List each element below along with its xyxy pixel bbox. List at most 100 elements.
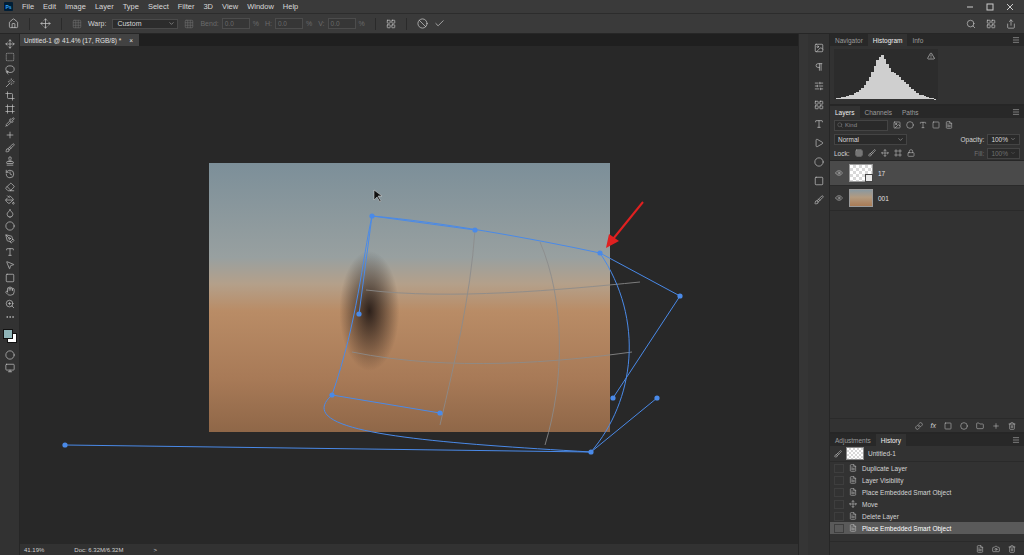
tool-preset-icon[interactable] [40, 18, 51, 29]
search-icon[interactable] [966, 19, 976, 29]
zoom-tool-icon[interactable] [5, 299, 15, 309]
panel-menu[interactable] [1012, 106, 1024, 118]
menu-item[interactable]: Filter [174, 2, 199, 11]
quick-mask-icon[interactable] [5, 350, 15, 360]
panel-tab[interactable]: Channels [860, 106, 897, 118]
menu-item[interactable]: Help [279, 2, 302, 11]
share-icon[interactable] [1006, 19, 1016, 29]
status-menu-button[interactable]: > [153, 547, 157, 553]
history-brush-tool-icon[interactable] [5, 169, 15, 179]
menu-item[interactable]: Select [144, 2, 173, 11]
panel-tab[interactable]: Info [907, 34, 928, 46]
search-icon[interactable] [837, 122, 843, 128]
history-source-box[interactable] [834, 476, 844, 485]
warp-handle[interactable] [62, 442, 67, 447]
properties-icon[interactable] [814, 43, 824, 53]
panel-menu-icon[interactable] [1012, 108, 1020, 116]
visibility-toggle[interactable] [834, 169, 844, 177]
history-source-box[interactable] [834, 524, 844, 533]
warp-mesh-overlay[interactable] [20, 46, 798, 544]
panel-tab[interactable]: Paths [897, 106, 924, 118]
workspace-icon[interactable] [986, 19, 996, 29]
warp-handle[interactable] [610, 395, 615, 400]
move-tool-icon[interactable] [5, 39, 15, 49]
warp-select[interactable]: Custom [112, 19, 178, 29]
layer-name[interactable]: 17 [878, 170, 885, 177]
warp-handle[interactable] [356, 311, 361, 316]
history-step-icon[interactable] [849, 464, 857, 472]
more-tools-icon[interactable] [5, 312, 15, 322]
gradient-tool-icon[interactable] [5, 195, 15, 205]
history-item[interactable]: Delete Layer [830, 510, 1024, 522]
history-source-icon[interactable] [834, 450, 842, 458]
lock-pixels-icon[interactable] [868, 149, 876, 157]
swatches-icon[interactable] [814, 176, 824, 186]
libraries-icon[interactable] [814, 100, 824, 110]
eraser-tool-icon[interactable] [5, 182, 15, 192]
panel-menu[interactable] [1012, 434, 1024, 446]
eye-icon[interactable] [835, 169, 843, 177]
panel-menu[interactable] [1012, 34, 1024, 46]
menu-item[interactable]: Layer [91, 2, 118, 11]
history-item[interactable]: Place Embedded Smart Object [830, 522, 1024, 534]
panel-tab[interactable]: Navigator [830, 34, 868, 46]
lasso-tool-icon[interactable] [5, 65, 15, 75]
layer-row[interactable]: 17 [830, 161, 1024, 186]
delete-state-icon[interactable] [1008, 545, 1016, 553]
history-source-box[interactable] [834, 512, 844, 521]
actions-icon[interactable] [814, 138, 824, 148]
lock-position-icon[interactable] [881, 149, 889, 157]
warp-handle[interactable] [437, 410, 442, 415]
blend-mode-select[interactable]: Normal [834, 134, 907, 145]
history-source-box[interactable] [834, 488, 844, 497]
panel-tab[interactable]: Histogram [868, 34, 908, 46]
warp-handle[interactable] [654, 395, 659, 400]
layer-filter-field[interactable]: Kind [834, 120, 888, 131]
new-layer-icon[interactable] [992, 422, 1000, 430]
menu-item[interactable]: 3D [199, 2, 217, 11]
move-icon[interactable] [849, 500, 857, 508]
menu-item[interactable]: Window [243, 2, 278, 11]
screen-mode-icon[interactable] [5, 363, 15, 373]
document-tab[interactable]: Untitled-1 @ 41.4% (17, RGB/8) *× [20, 34, 139, 46]
home-icon[interactable] [8, 18, 19, 29]
panel-menu-icon[interactable] [1012, 436, 1020, 444]
chevron-down-icon[interactable] [168, 20, 175, 27]
filter-shape-icon[interactable] [932, 121, 940, 129]
rectangle-tool-icon[interactable] [5, 273, 15, 283]
lock-all-icon[interactable] [907, 149, 915, 157]
cancel-transform-icon[interactable] [417, 18, 428, 29]
history-step-icon[interactable] [849, 488, 857, 496]
lock-transparency-icon[interactable] [855, 149, 863, 157]
brush-tool-icon[interactable] [5, 143, 15, 153]
menu-item[interactable]: File [18, 2, 38, 11]
blur-tool-icon[interactable] [5, 208, 15, 218]
opacity-field[interactable]: 100% [987, 134, 1020, 145]
canvas[interactable] [20, 46, 798, 544]
clone-stamp-tool-icon[interactable] [5, 156, 15, 166]
history-source-box[interactable] [834, 500, 844, 509]
add-mask-icon[interactable] [944, 422, 952, 430]
eyedropper-tool-icon[interactable] [5, 117, 15, 127]
new-document-from-state-icon[interactable] [976, 545, 984, 553]
warp-handle[interactable] [329, 392, 334, 397]
adjustment-layer-icon[interactable] [960, 422, 968, 430]
history-step-icon[interactable] [849, 512, 857, 520]
frame-tool-icon[interactable] [5, 104, 15, 114]
histogram-warning[interactable] [927, 52, 935, 60]
warp-handle[interactable] [588, 449, 593, 454]
brushes-icon[interactable] [814, 195, 824, 205]
layer-name[interactable]: 001 [878, 195, 889, 202]
warp-handle[interactable] [677, 293, 682, 298]
menu-item[interactable]: Image [61, 2, 90, 11]
layer-style-button[interactable]: fx [931, 422, 936, 429]
filter-type-icon[interactable] [919, 121, 927, 129]
magic-wand-tool-icon[interactable] [5, 78, 15, 88]
link-layers-icon[interactable] [915, 422, 923, 430]
new-group-icon[interactable] [976, 422, 984, 430]
history-item[interactable]: Place Embedded Smart Object [830, 486, 1024, 498]
warp-handle[interactable] [472, 227, 477, 232]
warning-icon[interactable] [927, 52, 935, 60]
history-item[interactable]: Duplicate Layer [830, 462, 1024, 474]
marquee-tool-icon[interactable] [5, 52, 15, 62]
